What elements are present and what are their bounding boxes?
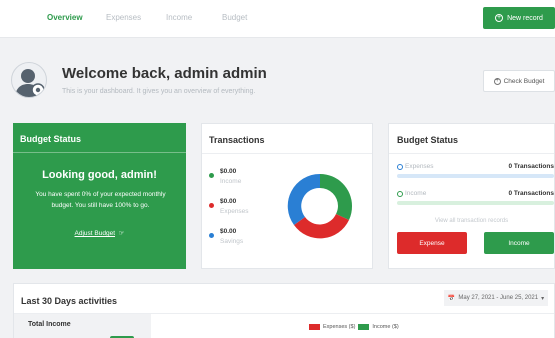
savings-amount: $0.00 [220, 228, 237, 235]
expenses-progress-bar [397, 174, 554, 178]
page-subtitle: This is your dashboard. It gives you an … [62, 88, 256, 95]
new-record-label: New record [507, 14, 543, 22]
expenses-label: Expenses [220, 208, 249, 215]
tab-overview[interactable]: Overview [47, 13, 83, 22]
legend-expenses: Expenses ($) [323, 324, 356, 330]
expenses-progress-label: Expenses [405, 163, 434, 170]
budget-card-title: Budget Status [20, 134, 82, 144]
expenses-amount: $0.00 [220, 198, 237, 205]
budget-status-title: Budget Status [397, 135, 459, 145]
income-label: Income [220, 178, 242, 185]
budget-message: You have spent 0% of your expected month… [35, 191, 166, 209]
divider [202, 153, 372, 154]
view-all-transactions-link[interactable]: View all transaction records [389, 218, 554, 224]
income-button[interactable]: Income [484, 232, 554, 254]
check-budget-button[interactable]: + Check Budget [483, 70, 555, 92]
transactions-title: Transactions [209, 135, 265, 145]
total-income-label: Total Income [28, 321, 71, 328]
activities-card: Last 30 Days activities 📅 May 27, 2021 -… [13, 283, 555, 338]
expenses-progress-label-wrap: Expenses [397, 163, 434, 170]
transactions-donut [287, 173, 353, 239]
new-record-button[interactable]: + New record [483, 7, 555, 29]
tab-expenses[interactable]: Expenses [106, 13, 141, 22]
donut-segment-income [320, 174, 352, 206]
tab-budget[interactable]: Budget [222, 13, 247, 22]
expenses-transaction-count: 0 Transactions [508, 163, 554, 170]
divider [13, 152, 186, 153]
expense-button[interactable]: Expense [397, 232, 467, 254]
legend-income: Income ($) [372, 324, 399, 330]
income-progress-bar [397, 201, 554, 205]
income-transaction-count: 0 Transactions [508, 190, 554, 197]
income-progress-label: Income [405, 190, 427, 197]
user-gear-icon [15, 69, 45, 97]
adjust-budget-label: Adjust Budget [74, 230, 116, 237]
date-range-picker[interactable]: 📅 May 27, 2021 - June 25, 2021 ▾ [444, 290, 548, 306]
legend-swatch-income [358, 324, 370, 330]
pointer-hand-icon: ☞ [116, 230, 125, 237]
calendar-icon: 📅 [447, 295, 456, 302]
income-progress-label-wrap: Income [397, 190, 426, 197]
page-title: Welcome back, admin admin [62, 65, 267, 82]
budget-status-summary-card: Budget Status Expenses 0 Transactions In… [388, 123, 555, 269]
tab-income[interactable]: Income [166, 13, 192, 22]
legend-swatch-expenses [309, 324, 320, 330]
avatar [11, 62, 47, 98]
circle-icon [397, 190, 403, 197]
expenses-dot [209, 203, 214, 208]
transactions-card: Transactions $0.00 Income $0.00 Expenses… [201, 123, 373, 269]
top-nav: Overview Expenses Income Budget + New re… [0, 0, 555, 38]
savings-dot [209, 233, 214, 238]
circle-icon [397, 163, 403, 170]
plus-circle-icon: + [493, 77, 501, 85]
activities-title: Last 30 Days activities [21, 296, 118, 306]
total-income-panel: Total Income [14, 314, 151, 338]
caret-down-icon: ▾ [541, 295, 545, 302]
donut-segment-savings [287, 173, 320, 225]
income-amount: $0.00 [220, 168, 237, 175]
chart-legend: Expenses ($) Income ($) [309, 324, 399, 330]
divider [389, 153, 554, 154]
income-dot [209, 173, 214, 178]
adjust-budget-link[interactable]: Adjust Budget ☞ [13, 229, 186, 237]
check-budget-label: Check Budget [503, 77, 545, 85]
budget-status-card: Budget Status Looking good, admin! You h… [13, 123, 186, 269]
plus-circle-icon: + [495, 14, 504, 22]
date-range-label: May 27, 2021 - June 25, 2021 [458, 295, 539, 301]
savings-label: Savings [220, 238, 244, 245]
budget-headline: Looking good, admin! [42, 169, 157, 181]
